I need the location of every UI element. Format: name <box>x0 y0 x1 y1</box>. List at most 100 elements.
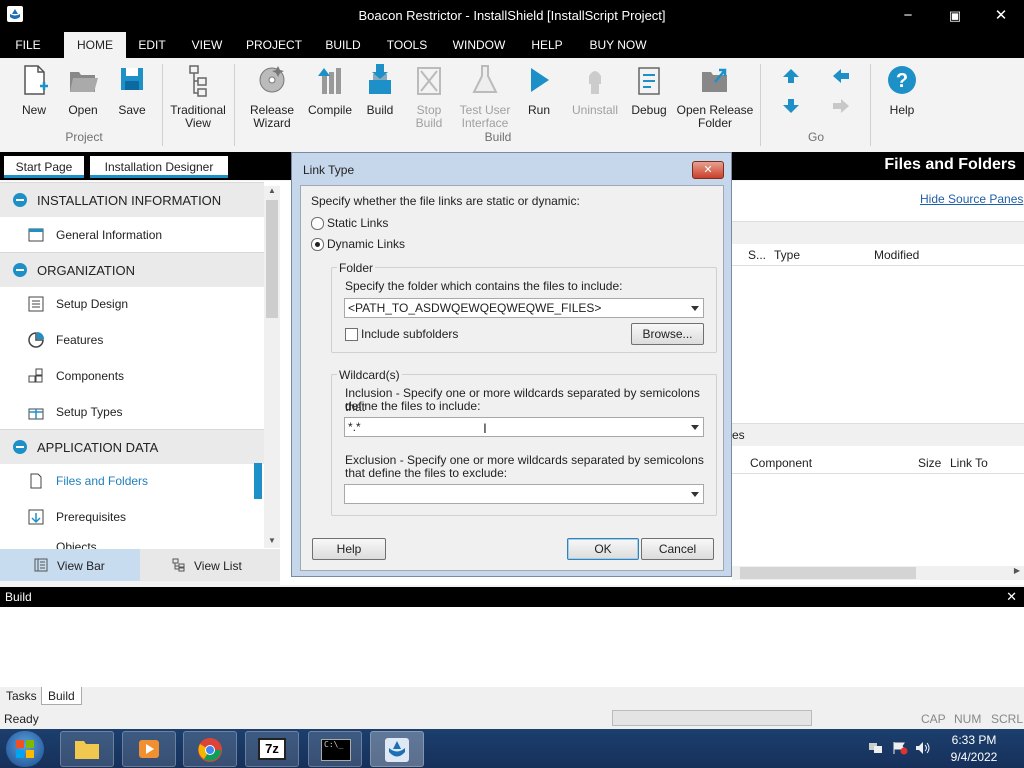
inclusion-wildcard-combo[interactable]: *.* I <box>344 417 704 437</box>
help-button[interactable]: Help <box>312 538 386 560</box>
release-wizard-button[interactable]: Release Wizard <box>244 62 300 130</box>
nav-files-and-folders[interactable]: Files and Folders <box>0 463 264 499</box>
menu-bar: FILE HOME EDIT VIEW PROJECT BUILD TOOLS … <box>0 32 1024 58</box>
folder-path-combo[interactable]: <PATH_TO_ASDWQEWQEQWEQWE_FILES> <box>344 298 704 318</box>
compile-button[interactable]: Compile <box>304 62 356 117</box>
dynamic-links-radio[interactable] <box>311 238 324 251</box>
go-back-arrow-icon[interactable] <box>832 68 850 84</box>
col-modified[interactable]: Modified <box>874 248 919 262</box>
section-application-data[interactable]: APPLICATION DATA <box>0 429 264 464</box>
clock-date[interactable]: 9/4/2022 <box>944 750 1004 764</box>
taskbar-command-prompt[interactable]: C:\_ <box>308 731 362 767</box>
view-bar-tab[interactable]: View Bar <box>0 549 140 581</box>
scroll-thumb[interactable] <box>740 567 916 579</box>
tab-start-page[interactable]: Start Page <box>4 156 84 178</box>
scroll-up-arrow-icon[interactable]: ▲ <box>268 186 276 195</box>
go-up-arrow-icon[interactable] <box>782 68 800 84</box>
inclusion-wildcard-value: *.* <box>348 420 361 434</box>
go-forward-arrow-icon[interactable] <box>832 98 850 114</box>
ok-button[interactable]: OK <box>567 538 639 560</box>
minimize-button[interactable]: − <box>893 4 923 28</box>
nav-partial-item[interactable]: Objects <box>0 535 264 549</box>
menu-help[interactable]: HELP <box>524 32 570 58</box>
taskbar-chrome[interactable] <box>183 731 237 767</box>
traditional-view-button[interactable]: Traditional View <box>166 62 230 130</box>
close-button[interactable]: ✕ <box>986 4 1016 28</box>
col-size[interactable]: Size <box>918 456 941 470</box>
taskbar-installshield[interactable] <box>370 731 424 767</box>
hide-source-panes-link[interactable]: Hide Source Panes <box>920 192 1023 206</box>
col-type[interactable]: Type <box>774 248 800 262</box>
col-component[interactable]: Component <box>750 456 812 470</box>
exclusion-wildcard-combo[interactable] <box>344 484 704 504</box>
taskbar-explorer[interactable] <box>60 731 114 767</box>
tab-installation-designer[interactable]: Installation Designer <box>90 156 228 178</box>
col-link-to[interactable]: Link To <box>950 456 988 470</box>
build-panel-close-button[interactable]: ✕ <box>1006 589 1017 605</box>
tray-flag-icon[interactable] <box>892 741 908 755</box>
uninstall-button[interactable]: Uninstall <box>566 62 624 117</box>
clock-time[interactable]: 6:33 PM <box>944 733 1004 747</box>
tab-tasks[interactable]: Tasks <box>6 689 37 703</box>
view-list-tab[interactable]: View List <box>140 549 280 581</box>
setup-types-gift-icon <box>28 408 44 420</box>
scroll-down-arrow-icon[interactable]: ▼ <box>268 536 276 545</box>
dynamic-links-label[interactable]: Dynamic Links <box>327 237 405 251</box>
tray-network-icon[interactable] <box>868 741 884 755</box>
dialog-close-button[interactable]: ✕ <box>692 161 724 179</box>
col-size-abbrev[interactable]: S... <box>748 248 766 262</box>
include-subfolders-label[interactable]: Include subfolders <box>361 327 458 341</box>
stop-build-button[interactable]: Stop Build <box>406 62 452 130</box>
nav-prerequisites[interactable]: Prerequisites <box>0 499 264 535</box>
start-button[interactable] <box>6 731 44 767</box>
section-installation-information[interactable]: INSTALLATION INFORMATION <box>0 182 264 217</box>
cancel-button[interactable]: Cancel <box>641 538 714 560</box>
static-links-label[interactable]: Static Links <box>327 216 388 230</box>
browse-button[interactable]: Browse... <box>631 323 704 345</box>
save-button[interactable]: Save <box>112 62 152 117</box>
nav-setup-types[interactable]: Setup Types <box>0 394 264 430</box>
menu-build[interactable]: BUILD <box>318 32 368 58</box>
left-pane-scrollbar[interactable]: ▲ ▼ <box>264 186 280 548</box>
view-list-icon <box>172 558 185 572</box>
open-release-folder-button[interactable]: Open Release Folder <box>674 62 756 130</box>
nav-general-information[interactable]: General Information <box>0 217 264 253</box>
chevron-down-icon[interactable] <box>691 425 699 430</box>
help-button[interactable]: ? Help <box>880 62 924 117</box>
static-links-radio[interactable] <box>311 217 324 230</box>
tab-build[interactable]: Build <box>41 687 82 705</box>
scroll-right-arrow-icon[interactable]: ▶ <box>1014 566 1020 575</box>
menu-file[interactable]: FILE <box>6 32 50 58</box>
menu-home[interactable]: HOME <box>64 32 126 58</box>
new-file-icon <box>24 65 48 95</box>
menu-window[interactable]: WINDOW <box>446 32 512 58</box>
help-question-icon: ? <box>888 66 916 94</box>
nav-features[interactable]: Features <box>0 322 264 358</box>
build-output[interactable] <box>0 607 1024 688</box>
lower-horizontal-scrollbar[interactable]: ▶ <box>732 566 1024 580</box>
menu-tools[interactable]: TOOLS <box>380 32 434 58</box>
go-down-arrow-icon[interactable] <box>782 98 800 114</box>
menu-view[interactable]: VIEW <box>184 32 230 58</box>
include-subfolders-checkbox[interactable] <box>345 328 358 341</box>
nav-components[interactable]: Components <box>0 358 264 394</box>
taskbar-media-player[interactable] <box>122 731 176 767</box>
menu-edit[interactable]: EDIT <box>130 32 174 58</box>
nav-setup-design[interactable]: Setup Design <box>0 286 264 322</box>
run-button[interactable]: Run <box>522 62 556 117</box>
restore-button[interactable]: ▣ <box>940 4 970 28</box>
chevron-down-icon[interactable] <box>691 306 699 311</box>
chevron-down-icon[interactable] <box>691 492 699 497</box>
build-button[interactable]: Build <box>360 62 400 117</box>
test-user-interface-button[interactable]: Test User Interface <box>456 62 514 130</box>
build-icon <box>369 64 391 94</box>
taskbar-7zip[interactable]: 7z <box>245 731 299 767</box>
new-button[interactable]: New <box>14 62 54 117</box>
open-button[interactable]: Open <box>62 62 104 117</box>
tray-volume-icon[interactable] <box>914 740 932 756</box>
section-organization[interactable]: ORGANIZATION <box>0 252 264 287</box>
menu-buy-now[interactable]: BUY NOW <box>582 32 654 58</box>
debug-button[interactable]: Debug <box>628 62 670 117</box>
menu-project[interactable]: PROJECT <box>240 32 308 58</box>
scroll-thumb[interactable] <box>266 200 278 318</box>
